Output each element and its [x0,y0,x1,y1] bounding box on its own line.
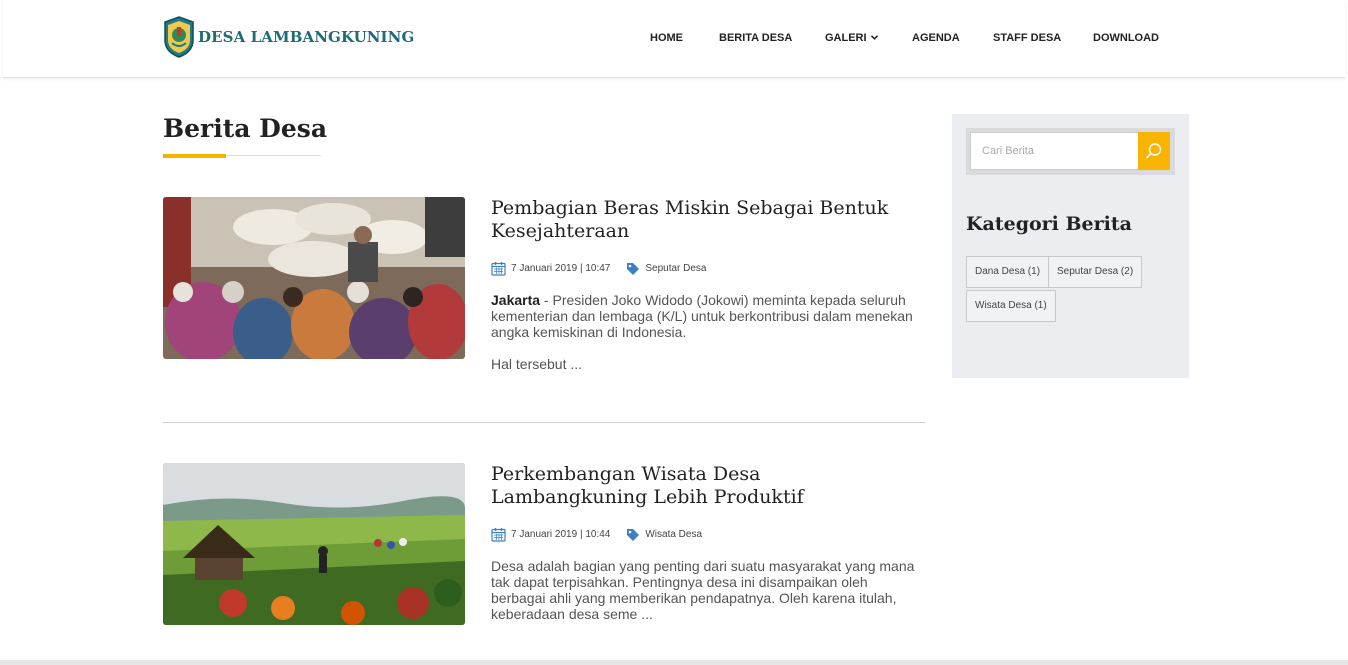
post-excerpt-text: - Presiden Joko Widodo (Jokowi) meminta … [491,292,913,340]
page-title: Berita Desa [163,114,328,143]
tag-icon [627,528,640,541]
nav-staff-desa[interactable]: STAFF DESA [993,32,1061,44]
post-lead: Jakarta [491,292,541,308]
post-image-rice-terrace[interactable] [163,463,465,625]
category-wisata-desa[interactable]: Wisata Desa (1) [966,290,1056,322]
regency-emblem-icon [164,16,194,58]
calendar-icon [491,262,506,276]
category-heading: Kategori Berita [966,213,1132,235]
site-name: DESA LAMBANGKUNING [198,28,415,46]
category-dana-desa[interactable]: Dana Desa (1) [966,256,1050,288]
post-category-link[interactable]: Wisata Desa [645,529,702,540]
post-excerpt: Desa adalah bagian yang penting dari sua… [491,558,915,622]
post-divider [163,422,925,423]
nav-agenda[interactable]: AGENDA [912,32,960,44]
post-title[interactable]: Perkembangan Wisata Desa Lambangkuning L… [491,463,921,509]
post-category-link[interactable]: Seputar Desa [645,263,706,274]
search-icon [1145,143,1162,159]
site-logo[interactable]: DESA LAMBANGKUNING [163,16,414,58]
post-category: Wisata Desa [626,528,702,542]
footer-edge [0,660,1348,665]
post-image-rice-distribution[interactable] [163,197,465,359]
chevron-down-icon [870,35,878,40]
post-category: Seputar Desa [626,262,707,276]
post-meta: 7 Januari 2019 | 10:44 Wisata Desa [491,527,702,542]
search-input[interactable] [970,132,1138,170]
nav-galeri-label: GALERI [825,32,867,44]
search-widget [966,128,1175,175]
tag-icon [627,262,640,275]
calendar-icon [491,528,506,542]
rice-distribution-photo [163,197,465,359]
post-excerpt: Jakarta - Presiden Joko Widodo (Jokowi) … [491,292,921,340]
post-title[interactable]: Pembagian Beras Miskin Sebagai Bentuk Ke… [491,197,921,243]
nav-download[interactable]: DOWNLOAD [1093,32,1159,44]
rice-terrace-photo [163,463,465,625]
post-date: 7 Januari 2019 | 10:47 [511,263,611,274]
category-seputar-desa[interactable]: Seputar Desa (2) [1048,256,1143,288]
nav-galeri[interactable]: GALERI [825,32,878,44]
title-accent-bar [163,154,226,158]
site-header: DESA LAMBANGKUNING HOME BERITA DESA GALE… [3,0,1345,78]
post-meta: 7 Januari 2019 | 10:47 Seputar Desa [491,261,707,276]
sidebar: Kategori Berita Dana Desa (1) Seputar De… [952,114,1189,378]
post-read-more: Hal tersebut ... [491,356,583,372]
post-date: 7 Januari 2019 | 10:44 [511,529,611,540]
search-button[interactable] [1138,132,1170,170]
nav-berita-desa[interactable]: BERITA DESA [719,32,792,44]
nav-home[interactable]: HOME [650,32,683,44]
